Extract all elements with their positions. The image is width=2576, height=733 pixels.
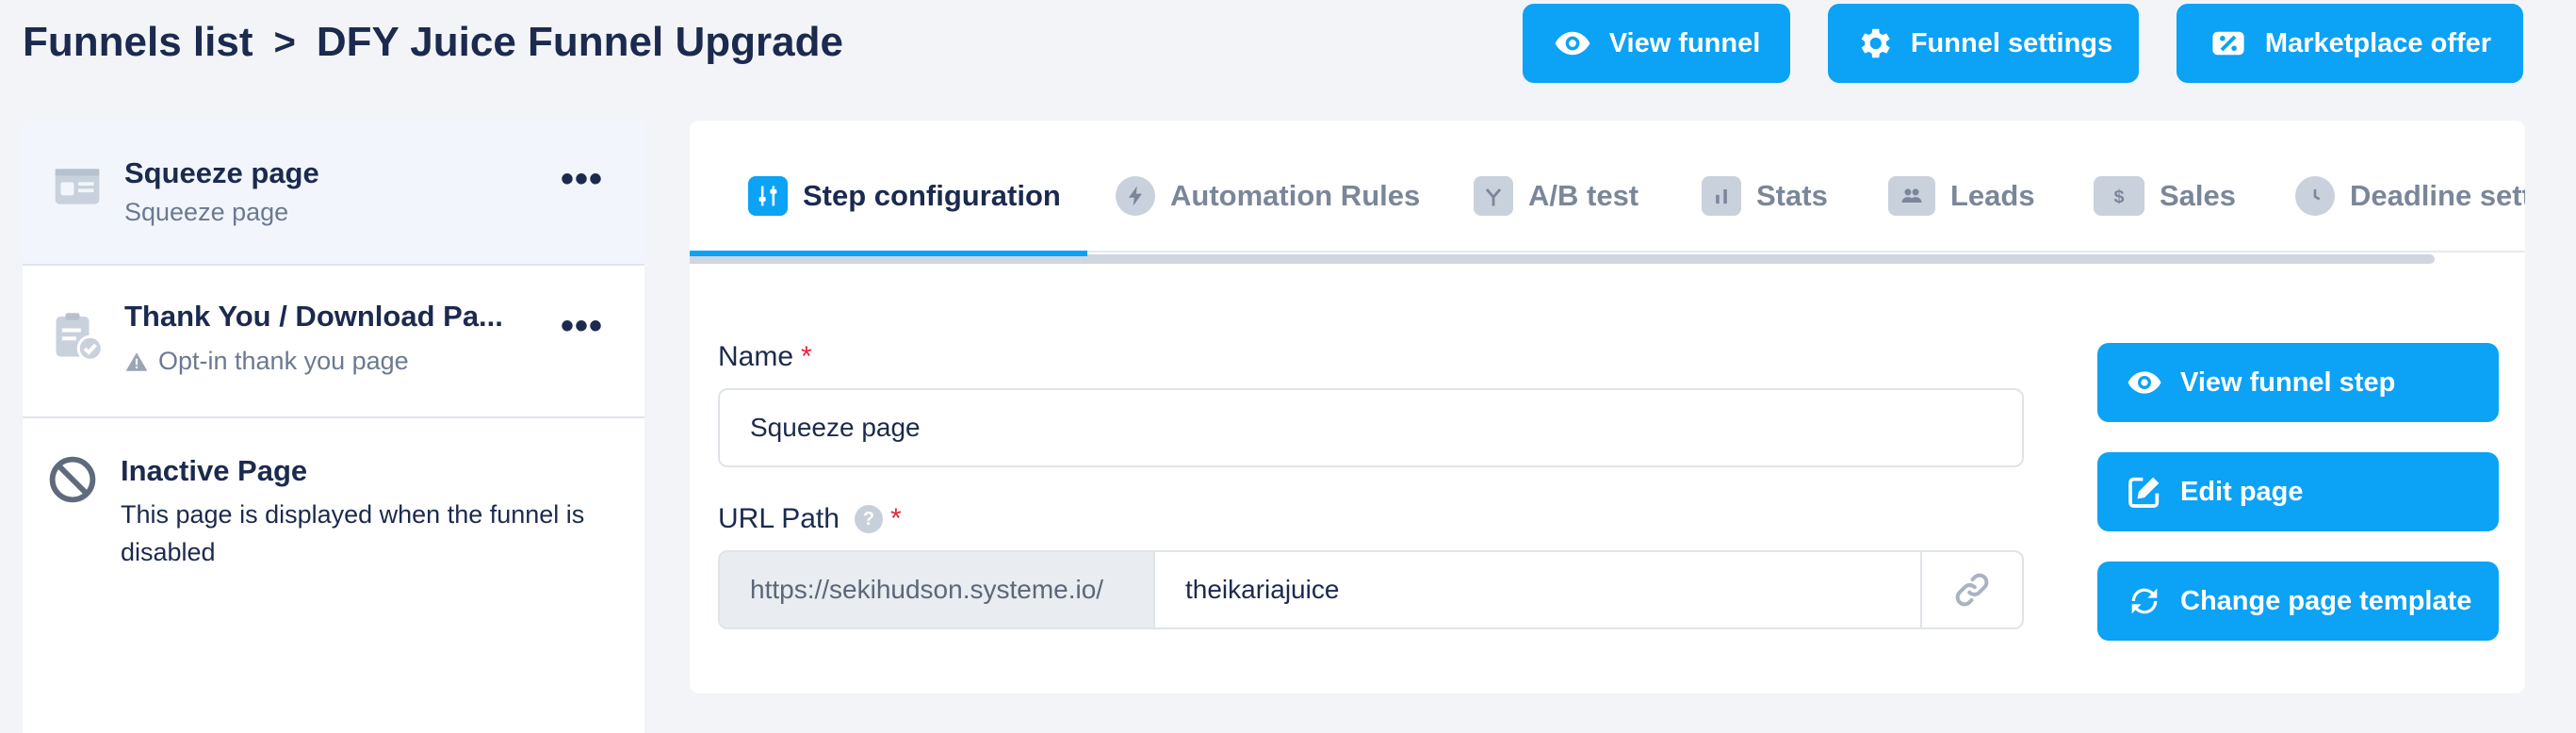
prohibited-icon xyxy=(49,456,96,503)
breadcrumb-funnels-list-link[interactable]: Funnels list xyxy=(23,19,253,66)
tab-sales[interactable]: $ Sales xyxy=(2094,170,2236,222)
edit-page-button[interactable]: Edit page xyxy=(2097,452,2499,531)
copy-link-button[interactable] xyxy=(1922,552,2022,627)
tab-label: Leads xyxy=(1950,179,2035,212)
name-input[interactable]: Squeeze page xyxy=(718,388,2024,467)
sidebar-item-title: Thank You / Download Pa... xyxy=(124,300,503,333)
tab-leads[interactable]: Leads xyxy=(1888,170,2035,222)
tab-deadline-settings[interactable]: Deadline sett xyxy=(2295,170,2525,222)
url-domain-prefix: https://sekihudson.systeme.io/ xyxy=(720,552,1155,627)
edit-icon xyxy=(2128,477,2160,508)
url-path-input[interactable]: theikariajuice xyxy=(1155,552,1922,627)
sidebar-item-inactive-page[interactable]: Inactive Page This page is displayed whe… xyxy=(23,418,644,607)
gear-icon xyxy=(1861,28,1890,58)
tab-stats[interactable]: Stats xyxy=(1702,170,1828,222)
tab-label: Sales xyxy=(2160,179,2237,212)
active-tab-indicator xyxy=(690,251,1087,256)
sidebar-item-subtitle: Opt-in thank you page xyxy=(158,347,409,375)
link-icon xyxy=(1955,573,1989,607)
sidebar-item-title: Squeeze page xyxy=(124,156,319,189)
dollar-icon: $ xyxy=(2094,176,2144,216)
tab-label: Deadline sett xyxy=(2350,179,2525,212)
step-panel: Step configuration Automation Rules A/B … xyxy=(690,121,2525,693)
tab-label: Step configuration xyxy=(803,179,1061,212)
view-funnel-step-button[interactable]: View funnel step xyxy=(2097,343,2499,422)
users-icon xyxy=(1888,176,1935,216)
view-funnel-button[interactable]: View funnel xyxy=(1523,4,1790,83)
marketplace-offer-button[interactable]: Marketplace offer xyxy=(2177,4,2523,83)
change-page-template-label: Change page template xyxy=(2180,585,2472,616)
url-path-label-text: URL Path xyxy=(718,503,840,534)
refresh-icon xyxy=(2131,588,2158,614)
sidebar-item-description: This page is displayed when the funnel i… xyxy=(121,500,585,566)
step-menu-button[interactable]: ••• xyxy=(561,158,603,201)
breadcrumb: Funnels list > DFY Juice Funnel Upgrade xyxy=(23,17,843,68)
view-funnel-label: View funnel xyxy=(1608,27,1761,58)
bar-chart-icon xyxy=(1702,176,1741,216)
url-path-field-label: URL Path ? * xyxy=(718,503,902,535)
clock-icon xyxy=(2295,176,2335,216)
sidebar-item-squeeze-page[interactable]: Squeeze page Squeeze page ••• xyxy=(23,121,644,264)
funnel-steps-sidebar: Squeeze page Squeeze page ••• Thank You … xyxy=(23,121,644,733)
help-icon[interactable]: ? xyxy=(854,505,883,533)
tab-ab-test[interactable]: A/B test xyxy=(1474,170,1639,222)
eye-icon xyxy=(2128,371,2161,394)
change-page-template-button[interactable]: Change page template xyxy=(2097,562,2499,641)
page-title: DFY Juice Funnel Upgrade xyxy=(316,19,843,65)
marketplace-offer-label: Marketplace offer xyxy=(2264,27,2492,58)
view-funnel-step-label: View funnel step xyxy=(2180,366,2396,398)
sidebar-item-thank-you-page[interactable]: Thank You / Download Pa... Opt-in thank … xyxy=(23,266,644,416)
sidebar-item-subtitle-row: Opt-in thank you page xyxy=(124,347,409,376)
warning-icon xyxy=(125,351,148,371)
split-icon xyxy=(1474,176,1513,216)
step-menu-button[interactable]: ••• xyxy=(561,305,603,348)
funnel-settings-label: Funnel settings xyxy=(1910,27,2113,58)
tab-step-configuration[interactable]: Step configuration xyxy=(748,170,1061,222)
name-label-text: Name xyxy=(718,341,794,372)
required-asterisk: * xyxy=(801,341,812,372)
eye-icon xyxy=(1555,31,1590,56)
sidebar-item-subtitle: Squeeze page xyxy=(124,198,289,226)
tab-label: Automation Rules xyxy=(1170,179,1421,212)
edit-page-label: Edit page xyxy=(2180,476,2304,507)
url-path-input-group: https://sekihudson.systeme.io/ theikaria… xyxy=(718,550,2024,629)
funnel-settings-button[interactable]: Funnel settings xyxy=(1828,4,2139,83)
required-asterisk: * xyxy=(889,503,902,534)
discount-ticket-icon xyxy=(2212,31,2244,56)
step-tabs: Step configuration Automation Rules A/B … xyxy=(690,121,2525,254)
clipboard-check-icon xyxy=(56,313,104,362)
web-page-icon xyxy=(55,169,100,204)
sidebar-item-title: Inactive Page xyxy=(121,454,308,487)
tab-label: A/B test xyxy=(1528,179,1639,212)
svg-text:$: $ xyxy=(2113,187,2124,207)
breadcrumb-separator: > xyxy=(273,21,296,63)
lightning-icon xyxy=(1116,176,1155,216)
name-field-label: Name * xyxy=(718,341,812,373)
sliders-icon xyxy=(748,176,788,216)
tab-label: Stats xyxy=(1756,179,1828,212)
tab-automation-rules[interactable]: Automation Rules xyxy=(1116,170,1420,222)
